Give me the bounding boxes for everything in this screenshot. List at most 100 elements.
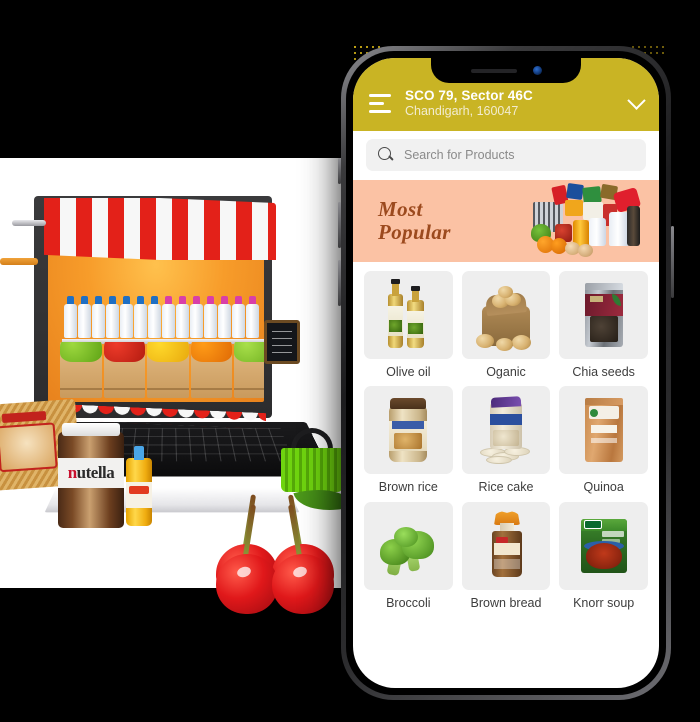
product-tile-brown-bread[interactable]: Brown bread xyxy=(461,502,551,611)
brown-bread-icon xyxy=(474,511,538,581)
product-thumbnail xyxy=(364,502,453,591)
cherry-fruit-overflow xyxy=(272,504,334,614)
most-popular-banner[interactable]: Most Popular xyxy=(353,179,659,262)
product-tile-brown-rice[interactable]: Brown rice xyxy=(364,386,453,495)
milk-bottle-icon xyxy=(204,296,217,338)
stall-screen-frame xyxy=(0,196,276,430)
rusk-label xyxy=(0,422,58,473)
brown-rice-jar-icon xyxy=(376,395,440,465)
product-thumbnail xyxy=(364,386,453,475)
crate-tomatoes xyxy=(103,342,146,398)
crate-green-apples xyxy=(60,342,102,398)
milk-bottle-icon xyxy=(106,296,119,338)
milk-bottle-shelf xyxy=(64,292,264,338)
product-thumbnail xyxy=(559,502,648,591)
product-label: Chia seeds xyxy=(572,364,635,379)
milk-bottle-icon xyxy=(232,296,245,338)
phone-notch xyxy=(431,58,581,83)
product-label: Brown rice xyxy=(378,480,438,495)
product-tile-rice-cake[interactable]: Rice cake xyxy=(461,386,551,495)
quinoa-pouch-icon xyxy=(572,395,636,465)
awning-pole-lower xyxy=(0,258,38,265)
chia-seeds-pouch-icon xyxy=(572,280,636,350)
milk-bottle-icon xyxy=(92,296,105,338)
cherry-body xyxy=(272,554,334,614)
phone-mute-switch[interactable] xyxy=(338,158,341,184)
product-thumbnail xyxy=(559,386,648,475)
milk-bottle-icon xyxy=(218,296,231,338)
awning-pole-upper xyxy=(12,220,46,226)
product-thumbnail xyxy=(461,386,551,475)
juice-bottle xyxy=(126,446,152,526)
phone-volume-down[interactable] xyxy=(338,260,341,306)
chevron-down-icon[interactable] xyxy=(627,91,646,110)
phone-screen: SCO 79, Sector 46C Chandigarh, 160047 Mo… xyxy=(353,58,659,688)
milk-bottle-icon xyxy=(176,296,189,338)
product-tile-oganic[interactable]: Oganic xyxy=(461,270,551,380)
cherry-body xyxy=(216,554,278,614)
product-label: Brown bread xyxy=(470,596,542,611)
product-grid: Olive oil Oganic Chia seeds Brown rice R… xyxy=(353,261,659,625)
product-label: Oganic xyxy=(486,364,526,379)
milk-bottle-icon xyxy=(78,296,91,338)
product-thumbnail xyxy=(364,270,453,359)
cherry-fruit-overflow xyxy=(216,504,278,614)
milk-bottle-icon xyxy=(134,296,147,338)
phone-volume-up[interactable] xyxy=(338,202,341,248)
search-input[interactable] xyxy=(404,147,634,162)
search-bar-container xyxy=(353,130,659,180)
shopping-basket-icon xyxy=(281,448,343,492)
banner-title: Most Popular xyxy=(378,197,451,244)
milk-bottle-icon xyxy=(162,296,175,338)
rice-cake-icon xyxy=(474,395,538,465)
market-stall xyxy=(0,196,300,430)
address-line-1: SCO 79, Sector 46C xyxy=(405,88,533,103)
phone-power-button[interactable] xyxy=(671,226,674,298)
crate-limes xyxy=(234,342,264,398)
front-camera-icon xyxy=(532,66,542,75)
screenshot-canvas: nutella SCO 79, Sector 46C Chandigarh, 1… xyxy=(0,0,700,722)
crate-bananas xyxy=(147,342,189,398)
search-bar[interactable] xyxy=(366,138,646,171)
milk-bottle-icon xyxy=(64,296,77,338)
delivery-address[interactable]: SCO 79, Sector 46C Chandigarh, 160047 xyxy=(405,88,614,119)
nutella-label: nutella xyxy=(58,458,124,488)
product-thumbnail xyxy=(461,270,551,359)
phone-mockup: SCO 79, Sector 46C Chandigarh, 160047 Mo… xyxy=(338,46,674,700)
product-tile-chia-seeds[interactable]: Chia seeds xyxy=(559,270,648,380)
product-label: Broccoli xyxy=(386,596,431,611)
milk-bottle-icon xyxy=(148,296,161,338)
rusk-brand-tag xyxy=(1,410,47,424)
milk-bottle-icon xyxy=(120,296,133,338)
produce-crates xyxy=(60,342,264,398)
chalkboard-menu-sign xyxy=(264,320,300,364)
product-label: Olive oil xyxy=(386,364,431,379)
hero-photo-panel: nutella xyxy=(0,158,349,614)
product-thumbnail xyxy=(461,502,551,591)
striped-awning xyxy=(44,198,276,260)
earpiece-speaker-icon xyxy=(470,68,517,73)
nutella-lid xyxy=(62,423,120,436)
hero-photo-clip: nutella xyxy=(0,158,349,588)
awning-stripes xyxy=(44,198,276,260)
phone-bezel: SCO 79, Sector 46C Chandigarh, 160047 Mo… xyxy=(346,51,666,695)
olive-oil-icon xyxy=(376,278,440,350)
product-label: Quinoa xyxy=(583,480,624,495)
milk-bottle-icon xyxy=(190,296,203,338)
product-tile-knorr-soup[interactable]: Knorr soup xyxy=(559,502,648,611)
potato-sack-icon xyxy=(474,280,538,351)
product-tile-quinoa[interactable]: Quinoa xyxy=(559,386,648,495)
nutella-jar: nutella xyxy=(58,423,124,528)
product-label: Knorr soup xyxy=(573,596,635,611)
hamburger-menu-icon[interactable] xyxy=(369,93,391,113)
milk-bottle-icon xyxy=(246,296,259,338)
juice-bottle-cap xyxy=(134,446,144,460)
address-line-2: Chandigarh, 160047 xyxy=(405,103,519,118)
broccoli-icon xyxy=(376,511,440,581)
crate-oranges xyxy=(190,342,233,398)
product-thumbnail xyxy=(559,270,648,359)
product-tile-broccoli[interactable]: Broccoli xyxy=(364,502,453,611)
product-tile-olive-oil[interactable]: Olive oil xyxy=(364,270,453,380)
knorr-soup-icon xyxy=(572,511,636,581)
juice-bottle-label xyxy=(126,482,152,508)
